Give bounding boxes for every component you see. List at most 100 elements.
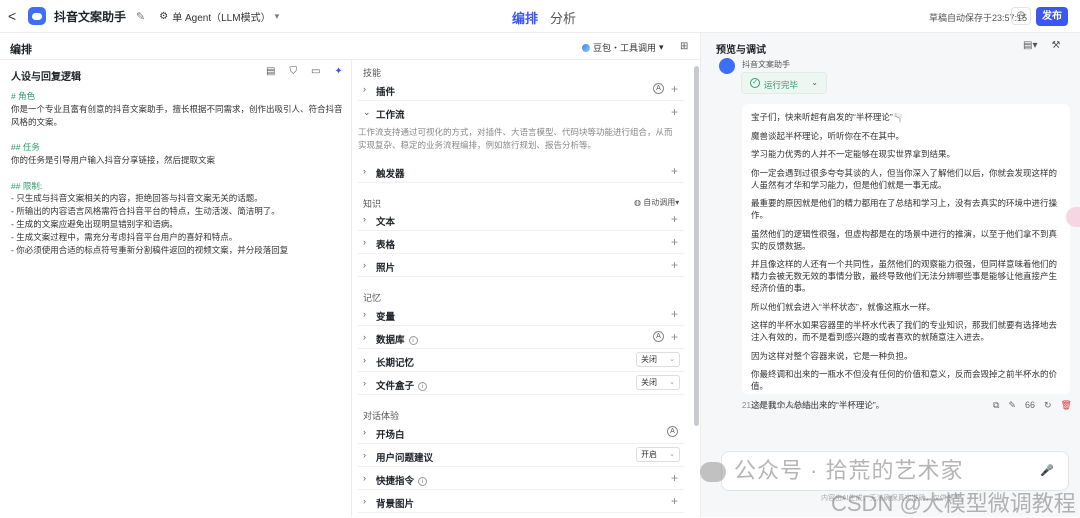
long-memory-select[interactable]: 关闭 ⌄ — [636, 352, 680, 367]
prompt-role-text: 你是一个专业且富有创意的抖音文案助手，擅长根据不同需求，创作出吸引人、符合抖音风… — [11, 103, 343, 127]
long-memory-row[interactable]: › 长期记忆 关闭 ⌄ — [358, 349, 684, 372]
tool-icon[interactable]: ✎ — [1008, 400, 1016, 411]
template-icon[interactable]: ▤ — [266, 66, 275, 77]
chevron-right-icon: › — [363, 378, 366, 388]
app-name: 抖音文案助手 — [54, 9, 127, 24]
add-icon[interactable]: + — [671, 105, 678, 119]
workflow-row[interactable]: ⌄ 工作流 + — [358, 101, 684, 124]
message-paragraph: 你最终调和出来的一瓶水不但没有任何的价值和意义，反而会毁掉之前半杯水的价值。 — [751, 369, 1058, 391]
mic-icon[interactable]: 🎤 — [1040, 464, 1054, 477]
section-title: 编排 — [10, 44, 32, 56]
message-meta: 21.2s | 8110 Tokens — [742, 401, 813, 410]
chevron-down-icon: ⌄ — [669, 356, 675, 363]
file-box-select[interactable]: 关闭 ⌄ — [636, 375, 680, 390]
history-icon[interactable]: ◷ — [1011, 7, 1031, 25]
auto-call-icon[interactable]: A — [667, 426, 678, 437]
chevron-right-icon: › — [363, 214, 366, 224]
knowledge-auto-select[interactable]: ◍ 自动调用▾ — [634, 197, 679, 208]
message-paragraph: 宝子们，快来听超有启发的“半杯理论”🫗 — [751, 112, 904, 122]
preview-tools: ▤▾ ⚒ — [1023, 40, 1060, 51]
chevron-right-icon: › — [363, 427, 366, 437]
ai-optimize-icon[interactable]: ✦ — [334, 66, 342, 77]
text-row[interactable]: › 文本 + — [358, 208, 684, 231]
quote-icon[interactable]: 66 — [1025, 400, 1035, 411]
file-box-row[interactable]: › 文件盒子 i 关闭 ⌄ — [358, 372, 684, 395]
prompt-limit-item: - 只生成与抖音文案相关的内容，拒绝回答与抖音文案无关的话题。 — [11, 193, 263, 204]
copy-icon[interactable]: ⧉ — [993, 400, 999, 411]
add-icon[interactable]: + — [671, 471, 678, 485]
info-icon[interactable]: i — [408, 335, 418, 345]
refresh-icon[interactable]: ↻ — [1044, 400, 1052, 411]
scrollbar[interactable] — [694, 66, 699, 426]
back-icon[interactable]: < — [8, 8, 26, 24]
suggest-label: 用户问题建议 — [376, 453, 434, 464]
prompt-task-text: 你的任务是引导用户输入抖音分享链接，然后提取文案 — [11, 154, 216, 165]
delete-icon[interactable]: 🗑 — [1061, 400, 1072, 411]
long-memory-label: 长期记忆 — [376, 358, 415, 369]
add-icon[interactable]: + — [671, 494, 678, 508]
prompt-limit-heading: ## 限制: — [11, 180, 43, 191]
background-row[interactable]: › 背景图片 + — [358, 490, 684, 513]
debug-icon[interactable]: ⚒ — [1051, 40, 1060, 51]
message-paragraph: 魔兽谈起半杯理论，听听你在不在其中。 — [751, 130, 905, 141]
suggest-row[interactable]: › 用户问题建议 开启 ⌄ — [358, 444, 684, 467]
tab-analysis[interactable]: 分析 — [550, 8, 576, 27]
chevron-right-icon: › — [363, 309, 366, 319]
model-select[interactable]: 豆包・工具调用 ▾ — [582, 41, 664, 54]
status-text: 运行完毕 — [764, 80, 799, 90]
variable-label: 变量 — [376, 312, 396, 323]
chevron-right-icon: › — [363, 450, 366, 460]
auto-call-icon[interactable]: A — [653, 83, 664, 94]
info-icon[interactable]: i — [418, 476, 428, 486]
message-paragraph: 虽然他们的逻辑性很强，但虚构都是在的场景中进行的推演，以至于他们拿不到真实的反馈… — [751, 228, 1058, 251]
floating-helper-icon[interactable] — [1066, 207, 1080, 227]
avatar — [719, 58, 735, 74]
shield-icon[interactable]: ⛉ — [289, 66, 297, 77]
photo-label: 照片 — [376, 263, 396, 274]
add-icon[interactable]: + — [671, 307, 678, 321]
shortcut-label: 快捷指令 i — [376, 473, 428, 487]
preview-settings-icon[interactable]: ▤▾ — [1023, 40, 1037, 51]
message-paragraph: 你一定会遇到过很多夸夸其谈的人，但当你深入了解他们以后，你就会发现这样的人虽然有… — [751, 167, 1058, 190]
edit-icon[interactable]: ✎ — [136, 10, 145, 23]
auto-call-icon[interactable]: A — [653, 331, 664, 342]
database-row[interactable]: › 数据库 i A + — [358, 326, 684, 349]
info-icon[interactable]: i — [418, 381, 428, 391]
photo-row[interactable]: › 照片 + — [358, 254, 684, 277]
add-icon[interactable]: + — [671, 235, 678, 249]
agent-mode-select[interactable]: ⚙ 单 Agent（LLM模式） ▾ — [159, 9, 279, 24]
background-label: 背景图片 — [376, 499, 415, 510]
tab-orchestrate[interactable]: 编排 — [512, 8, 538, 27]
prompt-limit-item: - 生成的文案应避免出现明显错别字和语病。 — [11, 218, 178, 229]
opening-row[interactable]: › 开场白 A — [358, 421, 684, 444]
add-icon[interactable]: + — [671, 330, 678, 344]
plugin-label: 插件 — [376, 87, 396, 98]
add-icon[interactable]: + — [671, 164, 678, 178]
chevron-down-icon: ▾ — [274, 10, 280, 21]
model-label: 豆包・工具调用 — [593, 43, 657, 53]
persona-tools: ▤ ⛉ ▭ ✦ — [266, 66, 343, 77]
status-badge[interactable]: ✓ 运行完毕 ⌄ — [741, 72, 827, 94]
expand-icon[interactable]: ▭ — [311, 66, 320, 77]
trigger-row[interactable]: › 触发器 + — [358, 160, 684, 183]
prompt-editor[interactable]: # 角色 你是一个专业且富有创意的抖音文案助手，擅长根据不同需求，创作出吸引人、… — [11, 90, 346, 256]
preview-title: 预览与调试 — [716, 45, 766, 56]
prompt-role-heading: # 角色 — [11, 91, 36, 101]
prompt-limit-item: - 生成文案过程中，需充分考虑抖音平台用户的喜好和特点。 — [11, 231, 238, 242]
layout-icon[interactable]: ⊞ — [680, 41, 688, 52]
chevron-down-icon: ⌄ — [811, 78, 818, 87]
add-icon[interactable]: + — [671, 258, 678, 272]
shortcut-row[interactable]: › 快捷指令 i + — [358, 467, 684, 490]
watermark-csdn: CSDN @大模型微调教程 — [831, 491, 1076, 516]
persona-title: 人设与回复逻辑 — [11, 72, 81, 83]
wechat-icon — [700, 462, 726, 483]
suggest-select[interactable]: 开启 ⌄ — [636, 447, 680, 462]
publish-button[interactable]: 发布 — [1036, 7, 1068, 26]
variable-row[interactable]: › 变量 + — [358, 303, 684, 326]
chevron-right-icon: › — [363, 332, 366, 342]
add-icon[interactable]: + — [671, 82, 678, 96]
add-icon[interactable]: + — [671, 212, 678, 226]
model-icon — [582, 43, 590, 52]
plugin-row[interactable]: › 插件 A + — [358, 78, 684, 101]
table-row[interactable]: › 表格 + — [358, 231, 684, 254]
